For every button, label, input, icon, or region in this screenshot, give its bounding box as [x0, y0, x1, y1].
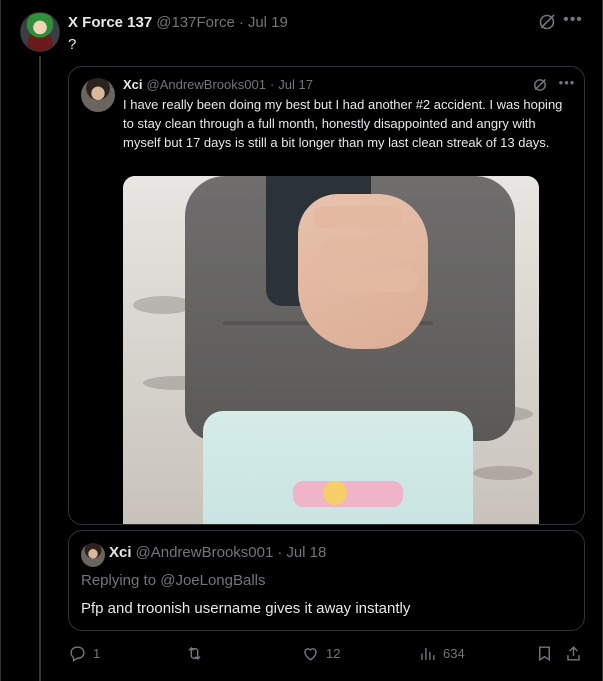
sheet-wrinkle	[473, 466, 533, 480]
quoted-header: Xci @AndrewBrooks001 · Jul 17	[123, 77, 313, 92]
replying-to[interactable]: Replying to @JoeLongBalls	[81, 572, 266, 589]
quoted-tweet[interactable]: Xci @AndrewBrooks001 · Jul 17 ••• I have…	[68, 66, 585, 525]
reply-text: Pfp and troonish username gives it away …	[81, 600, 411, 617]
tweet-date[interactable]: Jul 19	[248, 14, 288, 31]
author-name[interactable]: X Force 137	[68, 14, 152, 31]
quoted-text: I have really been doing my best but I h…	[123, 97, 563, 150]
garment-print	[323, 481, 347, 505]
reply-author-avatar[interactable]	[81, 543, 105, 567]
reply-icon	[70, 646, 85, 662]
finger	[328, 270, 418, 292]
share-icon	[567, 646, 580, 661]
views-button[interactable]: 634	[418, 644, 465, 663]
author-handle[interactable]: @137Force	[156, 14, 235, 31]
garment-print	[293, 481, 403, 507]
reply-count: 1	[93, 646, 101, 661]
quoted-author-name[interactable]: Xci	[123, 77, 143, 92]
tweet-text: ?	[68, 36, 77, 53]
views-icon	[421, 647, 435, 660]
sheet-wrinkle	[133, 296, 193, 314]
share-button[interactable]	[564, 644, 583, 663]
finger	[321, 238, 416, 260]
quoted-author-handle[interactable]: @AndrewBrooks001	[147, 77, 266, 92]
more-icon[interactable]: •••	[563, 11, 583, 31]
reply-date[interactable]: Jul 18	[286, 544, 326, 561]
tweet-header: X Force 137 @137Force · Jul 19	[68, 12, 288, 32]
reply-author-handle[interactable]: @AndrewBrooks001	[136, 544, 274, 561]
like-count: 12	[326, 646, 341, 661]
more-icon[interactable]: •••	[558, 75, 576, 93]
grok-icon[interactable]	[532, 77, 548, 93]
like-button[interactable]: 12	[301, 644, 340, 663]
action-bar: 1 12 634	[68, 644, 585, 666]
garment	[203, 411, 473, 524]
retweet-icon	[188, 646, 201, 661]
dot-separator: ·	[238, 13, 244, 31]
finger	[313, 206, 403, 228]
reply-author-name[interactable]: Xci	[109, 544, 132, 561]
thread-line	[39, 56, 41, 681]
retweet-button[interactable]	[185, 644, 210, 663]
author-avatar[interactable]	[20, 12, 60, 52]
dot-separator: ·	[277, 544, 283, 561]
heart-icon	[304, 648, 317, 661]
views-count: 634	[443, 646, 465, 661]
bookmark-button[interactable]	[535, 644, 554, 663]
quoted-photo[interactable]	[123, 176, 539, 524]
reply-header: Xci @AndrewBrooks001 · Jul 18	[109, 544, 326, 561]
quoted-author-avatar[interactable]	[81, 78, 115, 112]
dot-separator: ·	[269, 77, 275, 92]
reply-tweet[interactable]: Xci @AndrewBrooks001 · Jul 18 Replying t…	[68, 530, 585, 631]
grok-icon[interactable]	[537, 12, 557, 32]
bookmark-icon	[539, 646, 550, 662]
reply-button[interactable]: 1	[68, 644, 100, 663]
quoted-date[interactable]: Jul 17	[278, 77, 313, 92]
